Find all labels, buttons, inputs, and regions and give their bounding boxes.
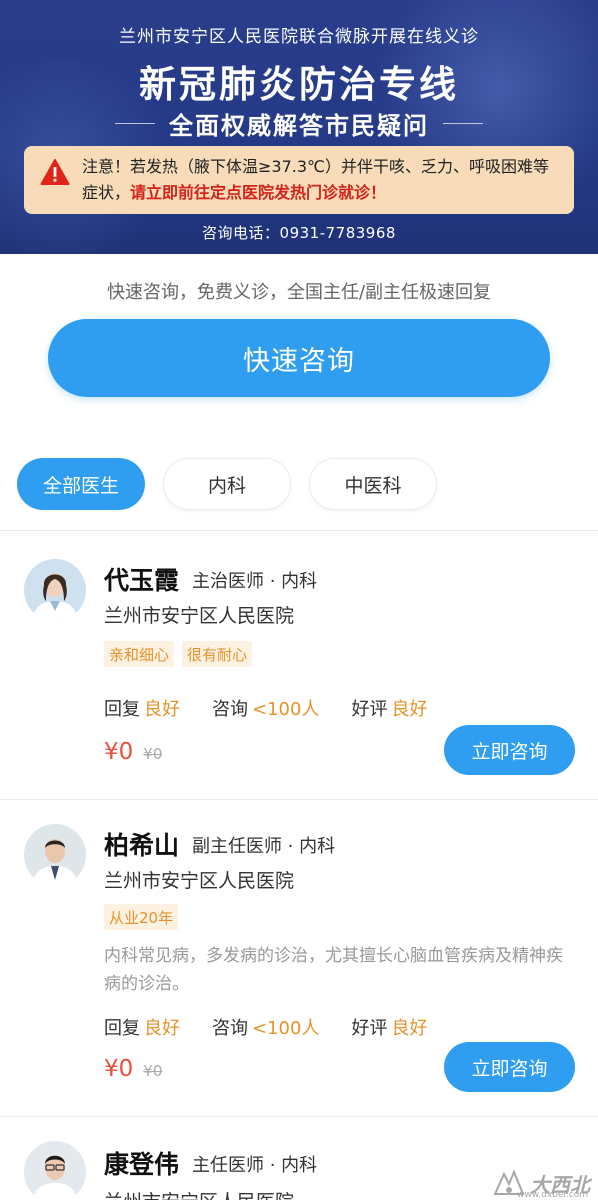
doctor-hospital: 兰州市安宁区人民医院 bbox=[104, 1187, 294, 1200]
filter-tcm[interactable]: 中医科 bbox=[309, 458, 437, 510]
department-filter-tabs: 全部医生 内科 中医科 bbox=[17, 458, 437, 510]
doctor-title: 主任医师 · 内科 bbox=[192, 1155, 318, 1176]
filter-internal-medicine[interactable]: 内科 bbox=[163, 458, 291, 510]
doctor-name: 代玉霞 bbox=[104, 566, 180, 595]
doctor-card[interactable]: 柏希山 副主任医师 · 内科 兰州市安宁区人民医院 从业20年 内科常见病，多发… bbox=[0, 800, 598, 1116]
fever-notice: 注意！若发热（腋下体温≥37.3℃）并伴干咳、乏力、呼吸困难等症状，请立即前往定… bbox=[24, 146, 574, 214]
doctor-tag: 从业20年 bbox=[104, 904, 179, 930]
doctor-price: ¥0 ¥0 bbox=[104, 739, 162, 765]
quick-consult-button[interactable]: 快速咨询 bbox=[48, 319, 550, 397]
banner-slogan: 全面权威解答市民疑问 bbox=[0, 106, 598, 141]
quick-consult-description: 快速咨询，免费义诊，全国主任/副主任极速回复 bbox=[106, 282, 492, 303]
banner-title: 新冠肺炎防治专线 bbox=[139, 63, 459, 106]
site-watermark: 大西北 www.dxbei.com bbox=[492, 1168, 590, 1200]
doctor-stats: 回复 良好 咨询 <100人 好评 良好 bbox=[104, 695, 459, 721]
campaign-banner[interactable]: 兰州市安宁区人民医院联合微脉开展在线义诊 新冠肺炎防治专线 全面权威解答市民疑问… bbox=[0, 0, 598, 254]
doctor-photo-icon bbox=[24, 559, 86, 621]
doctor-name: 康登伟 bbox=[104, 1150, 180, 1179]
doctor-tags: 亲和细心 很有耐心 bbox=[104, 641, 253, 667]
watermark-url: www.dxbei.com bbox=[517, 1190, 588, 1200]
slogan-line-right bbox=[443, 123, 483, 124]
doctor-stats: 回复 良好 咨询 <100人 好评 良好 bbox=[104, 1014, 459, 1040]
stat-consult: 咨询 <100人 bbox=[212, 699, 320, 720]
original-price: ¥0 bbox=[143, 745, 163, 763]
slogan-text: 全面权威解答市民疑问 bbox=[169, 112, 429, 140]
doctor-description: 内科常见病，多发病的诊治，尤其擅长心脑血管疾病及精神疾病的诊治。 bbox=[104, 946, 563, 994]
doctor-title: 副主任医师 · 内科 bbox=[192, 836, 336, 857]
stat-reply: 回复 良好 bbox=[104, 699, 180, 720]
consult-now-button[interactable]: 立即咨询 bbox=[444, 1042, 575, 1092]
doctor-avatar bbox=[24, 559, 86, 621]
doctor-avatar bbox=[24, 824, 86, 886]
doctor-tag: 亲和细心 bbox=[104, 641, 175, 667]
doctor-title: 主治医师 · 内科 bbox=[192, 571, 318, 592]
doctor-avatar bbox=[24, 1141, 86, 1200]
slogan-line-left bbox=[115, 123, 155, 124]
filter-all-doctors[interactable]: 全部医生 bbox=[17, 458, 145, 510]
doctor-photo-icon bbox=[24, 824, 86, 886]
consult-now-button[interactable]: 立即咨询 bbox=[444, 725, 575, 775]
stat-rating: 好评 良好 bbox=[351, 699, 428, 720]
doctor-photo-icon bbox=[24, 1141, 86, 1200]
notice-text: 注意！若发热（腋下体温≥37.3℃）并伴干咳、乏力、呼吸困难等症状，请立即前往定… bbox=[82, 154, 562, 206]
doctor-name: 柏希山 bbox=[104, 831, 180, 860]
current-price: ¥0 bbox=[104, 1056, 134, 1082]
original-price: ¥0 bbox=[143, 1062, 163, 1080]
doctor-hospital: 兰州市安宁区人民医院 bbox=[104, 870, 295, 892]
doctor-card[interactable]: 代玉霞 主治医师 · 内科 兰州市安宁区人民医院 亲和细心 很有耐心 回复 良好 … bbox=[0, 531, 598, 799]
stat-consult: 咨询 <100人 bbox=[212, 1018, 320, 1039]
doctor-tag: 很有耐心 bbox=[182, 641, 253, 667]
app-page: 兰州市安宁区人民医院联合微脉开展在线义诊 新冠肺炎防治专线 全面权威解答市民疑问… bbox=[0, 0, 598, 1200]
warning-triangle-icon bbox=[40, 159, 70, 185]
stat-reply: 回复 良好 bbox=[104, 1018, 180, 1039]
hotline-text[interactable]: 咨询电话：0931-7783968 bbox=[0, 222, 598, 243]
banner-subtitle: 兰州市安宁区人民医院联合微脉开展在线义诊 bbox=[119, 27, 479, 47]
notice-red-text: 请立即前往定点医院发热门诊就诊！ bbox=[130, 183, 387, 202]
doctor-price: ¥0 ¥0 bbox=[104, 1056, 162, 1082]
current-price: ¥0 bbox=[104, 739, 134, 765]
doctor-hospital: 兰州市安宁区人民医院 bbox=[104, 605, 295, 627]
stat-rating: 好评 良好 bbox=[351, 1018, 428, 1039]
doctor-tags: 从业20年 bbox=[104, 904, 179, 930]
